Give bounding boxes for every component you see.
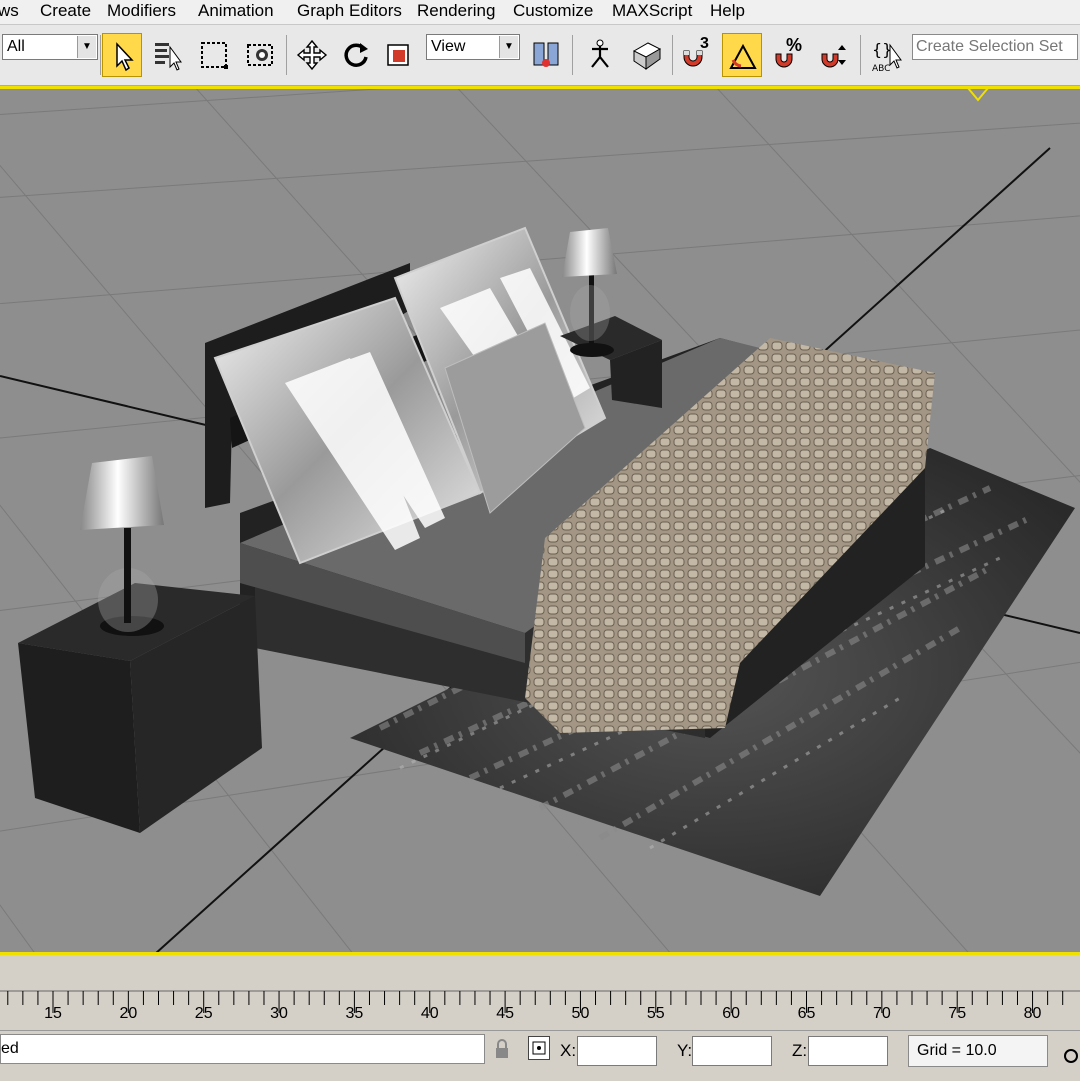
timeline-tick-label: 40 bbox=[420, 1005, 439, 1022]
y-coordinate-field[interactable] bbox=[692, 1036, 772, 1066]
x-coordinate-field[interactable] bbox=[577, 1036, 657, 1066]
z-coordinate-field[interactable] bbox=[808, 1036, 888, 1066]
timeline-ruler bbox=[0, 990, 1080, 1013]
lamp-shade-right bbox=[562, 228, 617, 277]
select-and-manipulate-button[interactable] bbox=[580, 33, 620, 77]
spinner-snap-toggle-button[interactable] bbox=[814, 33, 854, 77]
perspective-viewport[interactable] bbox=[0, 88, 1080, 954]
grid-size-display: Grid = 10.0 bbox=[908, 1035, 1048, 1067]
percent-snap-label: % bbox=[786, 35, 803, 55]
toolbar-separator bbox=[286, 35, 287, 75]
select-by-name-icon bbox=[155, 43, 182, 71]
select-and-move-button[interactable] bbox=[292, 33, 332, 77]
menu-customize[interactable]: Customize bbox=[513, 0, 593, 24]
timeline-tick-label: 70 bbox=[872, 1005, 891, 1022]
timeline-tick-label: 75 bbox=[948, 1005, 967, 1022]
menu-animation[interactable]: Animation bbox=[198, 0, 274, 24]
timeline-tick-label: 50 bbox=[571, 1005, 590, 1022]
viewport-scene bbox=[0, 88, 1080, 954]
window-crossing-icon bbox=[247, 44, 273, 66]
cursor-arrow-icon bbox=[116, 42, 134, 72]
spinner-snap-icon bbox=[821, 45, 846, 68]
z-coordinate-label: Z: bbox=[792, 1041, 808, 1060]
menu-bar: ws Create Modifiers Animation Graph Edit… bbox=[0, 0, 1080, 25]
manipulate-icon bbox=[591, 39, 609, 68]
menu-create[interactable]: Create bbox=[40, 0, 91, 24]
scale-icon bbox=[387, 44, 409, 66]
timeline-tick-label: 60 bbox=[722, 1005, 741, 1022]
angle-snap-icon bbox=[729, 43, 757, 69]
keyboard-shortcut-icon bbox=[632, 42, 662, 70]
dropdown-arrow-icon: ▼ bbox=[499, 36, 518, 58]
timeline-tick-label: 30 bbox=[270, 1005, 288, 1022]
timeline-tick-label: 65 bbox=[797, 1005, 816, 1022]
menu-graph-editors[interactable]: Graph Editors bbox=[297, 0, 402, 24]
toolbar-separator bbox=[672, 35, 673, 75]
menu-help[interactable]: Help bbox=[710, 0, 745, 24]
absolute-mode-transform-icon[interactable] bbox=[528, 1036, 550, 1060]
reference-coordinate-system-dropdown[interactable]: View ▼ bbox=[426, 34, 520, 60]
toolbar-separator bbox=[100, 35, 101, 75]
selection-set-placeholder: Create Selection Set bbox=[916, 38, 1063, 55]
timeline-tick-label: 35 bbox=[345, 1005, 364, 1022]
y-coordinate-label: Y: bbox=[677, 1041, 693, 1060]
svg-text:ABC: ABC bbox=[872, 64, 890, 74]
percent-snap-toggle-button[interactable]: % bbox=[768, 33, 808, 77]
status-bar: ed X: Y: Z: Grid = 10.0 bbox=[0, 1030, 1080, 1081]
camera-target-icon bbox=[967, 88, 989, 102]
select-and-rotate-button[interactable] bbox=[336, 33, 376, 77]
snap-dimension-label: 3 bbox=[700, 35, 709, 52]
prompt-line: ed bbox=[0, 1034, 485, 1064]
named-selection-icon: {} ABC bbox=[872, 40, 902, 74]
menu-modifiers[interactable]: Modifiers bbox=[107, 0, 176, 24]
window-crossing-button[interactable] bbox=[240, 33, 280, 77]
timeline-tick-label: 80 bbox=[1023, 1005, 1042, 1022]
selection-filter-value: All bbox=[7, 38, 25, 55]
lamp-shade-left bbox=[80, 456, 164, 530]
edit-named-selection-sets-button[interactable]: {} ABC bbox=[866, 33, 906, 77]
rotate-icon bbox=[344, 43, 368, 67]
named-selection-set-field[interactable]: Create Selection Set bbox=[912, 34, 1078, 60]
snaps-toggle-button[interactable]: 3 bbox=[676, 33, 716, 77]
timeline-tick-label: 15 bbox=[44, 1005, 62, 1022]
select-and-scale-button[interactable] bbox=[380, 33, 420, 77]
region-select-button[interactable] bbox=[194, 33, 234, 77]
use-pivot-center-button[interactable] bbox=[526, 33, 566, 77]
menu-rendering[interactable]: Rendering bbox=[417, 0, 495, 24]
timeline-tick-label: 25 bbox=[194, 1005, 213, 1022]
pivot-center-icon bbox=[533, 42, 559, 67]
dropdown-arrow-icon: ▼ bbox=[77, 36, 96, 58]
timeline-tick-label: 45 bbox=[496, 1005, 514, 1022]
active-viewport-border bbox=[0, 86, 1080, 89]
menu-maxscript[interactable]: MAXScript bbox=[612, 0, 692, 24]
timeline-tick-label: 55 bbox=[646, 1005, 665, 1022]
move-icon bbox=[296, 39, 328, 71]
toolbar-separator bbox=[860, 35, 861, 75]
select-object-button[interactable] bbox=[102, 33, 142, 77]
toolbar-separator bbox=[572, 35, 573, 75]
menu-views[interactable]: ws bbox=[0, 0, 19, 24]
prompt-text: ed bbox=[1, 1040, 19, 1057]
selection-filter-dropdown[interactable]: All ▼ bbox=[2, 34, 98, 60]
timeline-tick-label: 20 bbox=[119, 1005, 138, 1022]
grid-size-text: Grid = 10.0 bbox=[917, 1042, 997, 1059]
keyboard-shortcut-override-button[interactable] bbox=[626, 33, 666, 77]
time-configuration-icon[interactable] bbox=[1064, 1049, 1078, 1063]
coordinate-system-value: View bbox=[431, 38, 466, 55]
rectangle-region-icon bbox=[201, 42, 228, 69]
x-coordinate-label: X: bbox=[560, 1041, 577, 1060]
lock-selection-icon[interactable] bbox=[494, 1039, 510, 1059]
track-bar[interactable]: 15 20 25 30 35 40 45 50 55 60 65 70 75 80 bbox=[0, 955, 1080, 1030]
angle-snap-toggle-button[interactable] bbox=[722, 33, 762, 77]
select-by-name-button[interactable] bbox=[148, 33, 188, 77]
svg-text:{}: {} bbox=[872, 40, 892, 59]
